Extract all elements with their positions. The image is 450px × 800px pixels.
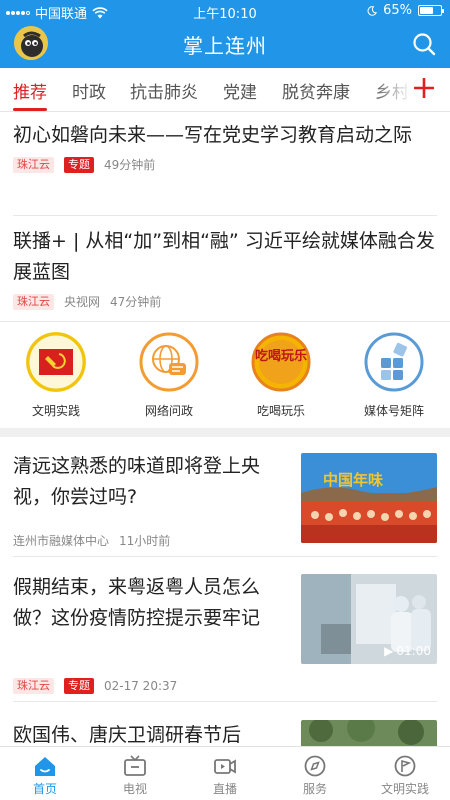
quick-link-label: 网络问政 xyxy=(144,404,193,418)
add-tab-icon[interactable] xyxy=(410,74,438,102)
app-title: 掌上连州 xyxy=(183,34,267,58)
nav-home[interactable]: 首页 xyxy=(0,755,90,797)
quick-link-label: 吃喝玩乐 xyxy=(256,404,305,418)
battery-percent: 65% xyxy=(383,3,412,18)
quick-links: 文明实践 网络问政 吃喝玩乐 吃喝玩乐 媒体号矩阵 xyxy=(0,332,450,424)
battery-icon xyxy=(418,5,444,16)
news-headline: 联播+ | 从相“加”到相“融” 习近平绘就媒体融合发展蓝图 xyxy=(13,230,435,283)
news-time: 02-17 20:37 xyxy=(104,679,178,693)
news-thumbnail: 中国年味 xyxy=(301,453,437,543)
food-fun-icon: 吃喝玩乐 xyxy=(251,332,311,392)
app-header: 掌上连州 xyxy=(0,22,450,68)
quick-link-food-fun[interactable]: 吃喝玩乐 吃喝玩乐 xyxy=(236,332,326,419)
status-bar: 中国联通 上午10:10 65% xyxy=(0,0,450,22)
video-thumbnail[interactable]: ▶ 01:00 xyxy=(301,574,437,664)
news-time: 11小时前 xyxy=(119,534,171,548)
special-tag: 专题 xyxy=(64,156,94,173)
news-origin: 央视网 xyxy=(64,295,101,309)
tab-politics[interactable]: 时政 xyxy=(72,78,106,103)
thumbnail-caption: 中国年味 xyxy=(323,471,383,489)
news-headline: 初心如磐向未来——写在党史学习教育启动之际 xyxy=(13,124,413,146)
nav-live[interactable]: 直播 xyxy=(180,755,270,797)
play-icon: ▶ xyxy=(384,644,394,658)
top-bar: 中国联通 上午10:10 65% 掌上连州 xyxy=(0,0,450,68)
quick-link-label: 媒体号矩阵 xyxy=(363,404,424,418)
food-fun-badge-line1: 吃喝玩乐 xyxy=(255,348,307,364)
special-tag: 专题 xyxy=(64,678,94,694)
news-item[interactable]: 联播+ | 从相“加”到相“融” 习近平绘就媒体融合发展蓝图 珠江云 央视网 4… xyxy=(13,226,437,322)
search-icon[interactable] xyxy=(410,30,438,58)
nav-civilization[interactable]: 文明实践 xyxy=(360,755,450,797)
source-tag: 珠江云 xyxy=(13,678,54,694)
news-headline: 假期结束，来粤返粤人员怎么做？这份疫情防控提示要牢记 xyxy=(13,576,261,629)
home-icon xyxy=(35,757,55,776)
news-item-with-video[interactable]: 假期结束，来粤返粤人员怎么做？这份疫情防控提示要牢记 ▶ 01:00 珠江云 专… xyxy=(13,572,437,702)
flag-circle-icon xyxy=(394,755,416,777)
source-tag: 珠江云 xyxy=(13,156,54,173)
moon-icon xyxy=(367,5,378,16)
nav-tv[interactable]: 电视 xyxy=(90,755,180,797)
tab-party-building[interactable]: 党建 xyxy=(223,78,257,103)
live-video-icon xyxy=(214,759,236,774)
compass-icon xyxy=(304,755,326,777)
bottom-navigation: 首页 电视 直播 服务 文明实践 xyxy=(0,746,450,800)
news-item-with-image[interactable]: 清远这熟悉的味道即将登上央视，你尝过吗? 中国年味 连州市融媒体中心 11小时前 xyxy=(13,451,437,557)
quick-link-label: 文明实践 xyxy=(31,404,80,418)
quick-link-civilization[interactable]: 文明实践 xyxy=(11,332,101,419)
app-screen: 中国联通 上午10:10 65% 掌上连州 推荐 时政 抗击肺炎 党建 脱贫奔康… xyxy=(0,0,450,800)
news-time: 47分钟前 xyxy=(110,295,162,309)
tab-fight-pneumonia[interactable]: 抗击肺炎 xyxy=(130,78,198,103)
news-source: 连州市融媒体中心 xyxy=(13,534,110,548)
party-flag-icon xyxy=(26,332,86,392)
tab-poverty[interactable]: 脱贫奔康 xyxy=(282,78,350,103)
news-time: 49分钟前 xyxy=(104,158,156,172)
source-tag: 珠江云 xyxy=(13,293,54,310)
tv-icon xyxy=(124,755,146,776)
matrix-icon xyxy=(364,332,424,392)
video-duration: ▶ 01:00 xyxy=(384,644,431,658)
news-headline: 清远这熟悉的味道即将登上央视，你尝过吗? xyxy=(13,455,261,508)
news-item[interactable]: 初心如磐向未来——写在党史学习教育启动之际 珠江云 专题 49分钟前 xyxy=(13,120,437,216)
category-tabs: 推荐 时政 抗击肺炎 党建 脱贫奔康 乡村 xyxy=(0,68,450,112)
globe-chat-icon xyxy=(139,332,199,392)
section-divider xyxy=(0,428,450,437)
tab-recommend[interactable]: 推荐 xyxy=(13,78,47,103)
quick-link-online-politics[interactable]: 网络问政 xyxy=(124,332,214,419)
nav-service[interactable]: 服务 xyxy=(270,755,360,797)
quick-link-media-matrix[interactable]: 媒体号矩阵 xyxy=(349,332,439,419)
active-tab-indicator xyxy=(13,108,47,111)
